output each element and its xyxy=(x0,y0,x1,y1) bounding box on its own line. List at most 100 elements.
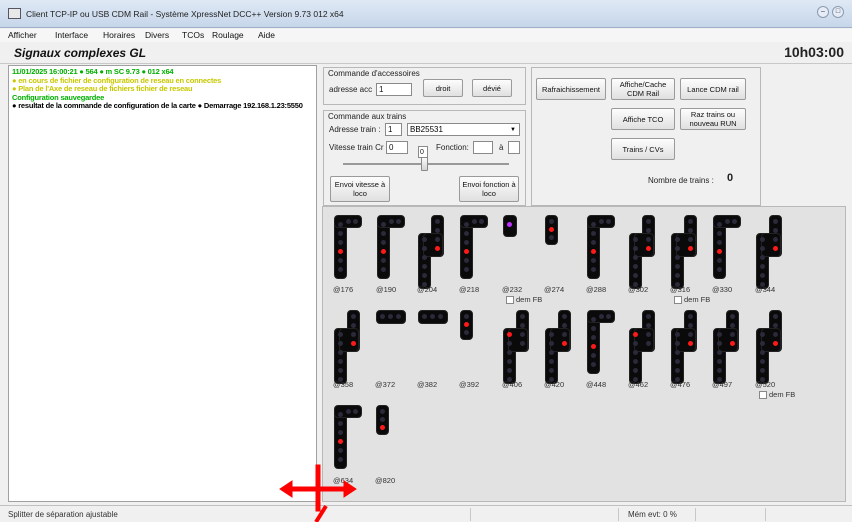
signal-lamp xyxy=(507,222,512,227)
signal-address-label: @392 xyxy=(459,380,480,389)
signal-lamp xyxy=(760,350,765,355)
signal-lamp xyxy=(633,341,638,346)
menu-divers[interactable]: Divers xyxy=(145,30,169,40)
trains-group-title: Commande aux trains xyxy=(328,112,407,121)
signal-lamp xyxy=(338,368,343,373)
accessory-address-input[interactable]: 1 xyxy=(376,83,412,96)
menu-roulage[interactable]: Roulage xyxy=(212,30,244,40)
signal-address-label: @372 xyxy=(375,380,396,389)
train-select-value: BB25531 xyxy=(410,125,443,134)
train-speed-input[interactable]: 0 xyxy=(386,141,408,154)
signal-lamp xyxy=(351,323,356,328)
dem-fb-checkbox[interactable]: dem FB xyxy=(674,295,710,304)
signal-lamp xyxy=(688,323,693,328)
devie-button[interactable]: dévié xyxy=(472,79,512,97)
train-select[interactable]: BB25531 ▼ xyxy=(407,123,520,136)
signal-lamp xyxy=(520,314,525,319)
signal-lamp xyxy=(338,439,343,444)
maximize-icon[interactable]: □ xyxy=(832,6,844,18)
signal-lamp xyxy=(338,421,343,426)
signal-lamp xyxy=(338,222,343,227)
refresh-button[interactable]: Rafraichissement xyxy=(536,78,606,100)
checkbox-box[interactable] xyxy=(759,390,767,399)
signal-lamp xyxy=(591,240,596,245)
signal-lamp xyxy=(760,273,765,278)
checkbox-box[interactable] xyxy=(506,295,514,304)
trains-cv-button[interactable]: Trains / CVs xyxy=(611,138,675,160)
menu-afficher[interactable]: Afficher xyxy=(8,30,37,40)
checkbox-box[interactable] xyxy=(674,295,682,304)
menu-interface[interactable]: Interface xyxy=(55,30,88,40)
signal-address-label: @520 xyxy=(755,380,776,389)
signal-lamp xyxy=(606,314,611,319)
train-address-input[interactable]: 1 xyxy=(385,123,402,136)
signal-lamp xyxy=(435,246,440,251)
signal-lamp xyxy=(351,341,356,346)
signal-lamp xyxy=(520,323,525,328)
reset-trains-button[interactable]: Raz trains ou nouveau RUN xyxy=(680,108,746,130)
signal-lamp xyxy=(675,273,680,278)
dem-fb-checkbox[interactable]: dem FB xyxy=(506,295,542,304)
dem-fb-checkbox[interactable]: dem FB xyxy=(759,390,795,399)
signal-lamp xyxy=(675,341,680,346)
function-to-input[interactable] xyxy=(508,141,520,154)
function-input[interactable] xyxy=(473,141,493,154)
signal-lamp xyxy=(688,332,693,337)
send-function-button[interactable]: Envoi fonction à loco xyxy=(459,176,519,202)
signal-lamp xyxy=(338,430,343,435)
signal-lamp xyxy=(562,341,567,346)
signal-lamp xyxy=(688,341,693,346)
signal-lamp xyxy=(717,359,722,364)
signal-lamp xyxy=(646,323,651,328)
signal-lamp xyxy=(380,409,385,414)
signal-lamp xyxy=(591,267,596,272)
signal-lamp xyxy=(338,267,343,272)
signal-lamp xyxy=(591,326,596,331)
signal-lamp xyxy=(773,219,778,224)
signal-lamp xyxy=(507,359,512,364)
signal-lamp xyxy=(422,255,427,260)
signal-lamp xyxy=(717,341,722,346)
signal-lamp xyxy=(338,249,343,254)
signal-lamp xyxy=(435,219,440,224)
signal-lamp xyxy=(472,219,477,224)
send-speed-button[interactable]: Envoi vitesse à loco xyxy=(330,176,390,202)
signal-lamp xyxy=(479,219,484,224)
signal-address-label: @406 xyxy=(502,380,523,389)
train-count-value: 0 xyxy=(727,172,734,184)
signal-lamp xyxy=(773,228,778,233)
menu-aide[interactable]: Aide xyxy=(258,30,275,40)
signal-lamp xyxy=(725,219,730,224)
train-count-label: Nombre de trains : xyxy=(648,176,714,185)
signal-lamp xyxy=(717,368,722,373)
signal-lamp xyxy=(646,237,651,242)
signal-lamp xyxy=(346,409,351,414)
signal-lamp xyxy=(717,222,722,227)
signal-lamp xyxy=(338,240,343,245)
signal-lamp xyxy=(633,255,638,260)
signal-address-label: @476 xyxy=(670,380,691,389)
droit-button[interactable]: droit xyxy=(423,79,463,97)
signal-lamp xyxy=(338,448,343,453)
signal-lamp xyxy=(338,332,343,337)
signal-lamp xyxy=(732,219,737,224)
signal-lamp xyxy=(675,237,680,242)
signal-lamp xyxy=(562,332,567,337)
signal-lamp xyxy=(773,237,778,242)
toggle-cdm-rail-button[interactable]: Affiche/Cache CDM Rail xyxy=(611,78,675,100)
menu-tcos[interactable]: TCOs xyxy=(182,30,204,40)
signal-lamp xyxy=(675,264,680,269)
signal-address-label: @190 xyxy=(376,285,397,294)
status-separator xyxy=(470,508,471,521)
launch-cdm-rail-button[interactable]: Lance CDM rail xyxy=(680,78,746,100)
speed-slider-handle[interactable] xyxy=(421,157,428,171)
minimize-icon[interactable]: – xyxy=(817,6,829,18)
signal-lamp xyxy=(549,219,554,224)
show-tco-button[interactable]: Affiche TCO xyxy=(611,108,675,130)
event-log[interactable]: 11/01/2025 16:00:21 ● 564 ● m SC 9.73 ● … xyxy=(8,65,317,502)
dem-fb-label: dem FB xyxy=(684,295,711,304)
signal-lamp xyxy=(646,314,651,319)
menu-horaires[interactable]: Horaires xyxy=(103,30,135,40)
signal-address-label: @420 xyxy=(544,380,565,389)
signal-lamp xyxy=(507,332,512,337)
